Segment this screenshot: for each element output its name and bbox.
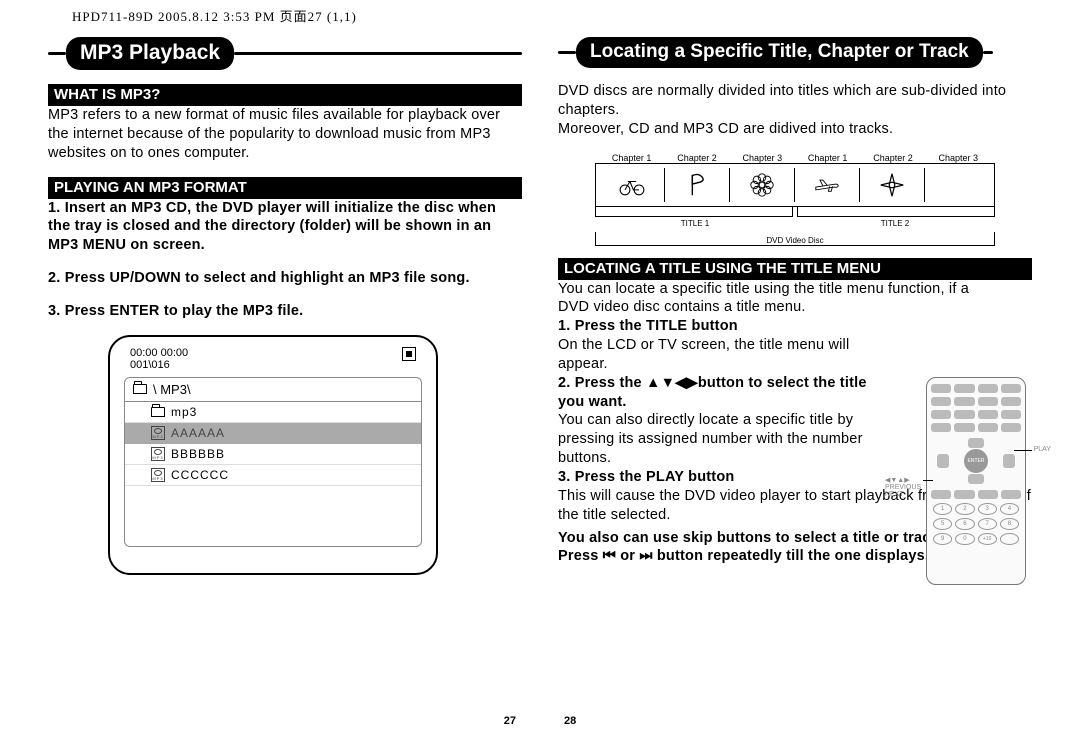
folder-label: mp3 <box>171 405 197 419</box>
num-button: 2 <box>955 503 974 515</box>
list-item: BBBBBB <box>125 444 421 465</box>
skip-prev-icon: ⏮ <box>603 548 616 564</box>
section-header-locating: Locating a Specific Title, Chapter or Tr… <box>558 37 1032 68</box>
mp3-step-2: 2. Press UP/DOWN to select and highlight… <box>48 269 522 288</box>
dpad-up <box>968 438 984 448</box>
airplane-icon <box>795 168 860 202</box>
chapter-label: Chapter 3 <box>730 153 795 163</box>
intro-line-1: DVD discs are normally divided into titl… <box>558 82 1032 120</box>
flower-icon <box>730 168 795 202</box>
locating-intro: You can locate a specific title using th… <box>558 280 988 318</box>
chapter-label: Chapter 2 <box>664 153 729 163</box>
subheading-locating-title: LOCATING A TITLE USING THE TITLE MENU <box>558 258 1032 280</box>
mp3-file-icon <box>151 426 165 440</box>
num-button: 1 <box>933 503 952 515</box>
num-button: 0 <box>955 533 974 545</box>
chapter-label: Chapter 1 <box>599 153 664 163</box>
callout-nav: ◀▼▲▶ PREVIOUS NEXT <box>885 476 921 498</box>
page-number: 28 <box>564 715 576 727</box>
mp3-time: 00:00 00:00 <box>130 347 188 359</box>
num-button: 3 <box>978 503 997 515</box>
section-title: Locating a Specific Title, Chapter or Tr… <box>576 37 983 68</box>
folder-icon <box>133 384 147 394</box>
disc-structure-diagram: Chapter 1 Chapter 2 Chapter 3 Chapter 1 … <box>595 153 995 246</box>
list-item-selected: AAAAAA <box>125 423 421 444</box>
what-is-mp3-body: MP3 refers to a new format of music file… <box>48 106 522 163</box>
step-3-heading: 3. Press the PLAY button <box>558 468 878 487</box>
list-item: CCCCCC <box>125 465 421 486</box>
num-button: 6 <box>955 518 974 530</box>
step-1-heading: 1. Press the TITLE button <box>558 317 878 336</box>
skip-next-icon: ⏭ <box>639 548 652 564</box>
stop-icon <box>402 347 416 361</box>
step-2-body: You can also directly locate a specific … <box>558 411 878 468</box>
list-item: mp3 <box>125 402 421 423</box>
mp3-counter: 001\016 <box>130 359 188 371</box>
file-label: BBBBBB <box>171 447 225 461</box>
disc-label: DVD Video Disc <box>596 236 994 245</box>
page-number: 27 <box>504 715 516 727</box>
dpad-enter: ENTER <box>964 449 988 473</box>
subheading-what-is-mp3: WHAT IS MP3? <box>48 84 522 106</box>
compass-icon <box>860 168 925 202</box>
chapter-label: Chapter 1 <box>795 153 860 163</box>
chapter-label: Chapter 3 <box>926 153 991 163</box>
page-27: MP3 Playback WHAT IS MP3? MP3 refers to … <box>30 37 540 727</box>
dpad-down <box>968 474 984 484</box>
file-label: CCCCCC <box>171 468 229 482</box>
mp3-file-icon <box>151 468 165 482</box>
title-label: TITLE 2 <box>795 219 995 228</box>
callout-next: NEXT <box>885 491 904 498</box>
num-button: 7 <box>978 518 997 530</box>
callout-prev: PREVIOUS <box>885 484 921 491</box>
mp3-step-1: 1. Insert an MP3 CD, the DVD player will… <box>48 199 522 256</box>
file-header: HPD711-89D 2005.8.12 3:53 PM 页面27 (1,1) <box>0 0 1080 27</box>
num-button: +10 <box>978 533 997 545</box>
callout-play: PLAY <box>1034 446 1051 453</box>
intro-line-2: Moreover, CD and MP3 CD are didived into… <box>558 120 1032 139</box>
dpad-arrows-icon: ◀▼▲▶ <box>885 477 910 484</box>
page-spread: MP3 Playback WHAT IS MP3? MP3 refers to … <box>0 27 1080 727</box>
title-label: TITLE 1 <box>595 219 795 228</box>
number-pad: 1 2 3 4 5 6 7 8 9 0 +10 <box>931 503 1021 545</box>
num-button <box>1000 533 1019 545</box>
dpad-left <box>937 454 949 468</box>
mp3-step-3: 3. Press ENTER to play the MP3 file. <box>48 302 522 321</box>
num-button: 8 <box>1000 518 1019 530</box>
step-1-body: On the LCD or TV screen, the title menu … <box>558 336 878 374</box>
section-title: MP3 Playback <box>66 37 234 70</box>
dpad: ENTER <box>937 438 1015 484</box>
file-label: AAAAAA <box>171 426 225 440</box>
num-button: 4 <box>1000 503 1019 515</box>
page-28: Locating a Specific Title, Chapter or Tr… <box>540 37 1050 727</box>
step-2-heading: 2. Press the ▲▼◀▶button to select the ti… <box>558 374 878 412</box>
dpad-arrows-icon: ▲▼◀▶ <box>646 375 698 391</box>
mp3-file-icon <box>151 447 165 461</box>
mp3-menu-illustration: 00:00 00:00 001\016 \ MP3\ mp3 <box>108 335 438 575</box>
chapter-label: Chapter 2 <box>860 153 925 163</box>
mp3-path: \ MP3\ <box>153 382 191 397</box>
folder-icon <box>151 407 165 417</box>
dpad-right <box>1003 454 1015 468</box>
flag-icon <box>665 168 730 202</box>
bicycle-icon <box>600 168 665 202</box>
section-header-mp3: MP3 Playback <box>48 37 522 70</box>
remote-illustration: ENTER 1 2 3 4 5 6 7 8 9 0 +10 PLAY ◀▼▲▶ … <box>926 377 1026 585</box>
subheading-playing-mp3: PLAYING AN MP3 FORMAT <box>48 177 522 199</box>
num-button: 9 <box>933 533 952 545</box>
num-button: 5 <box>933 518 952 530</box>
